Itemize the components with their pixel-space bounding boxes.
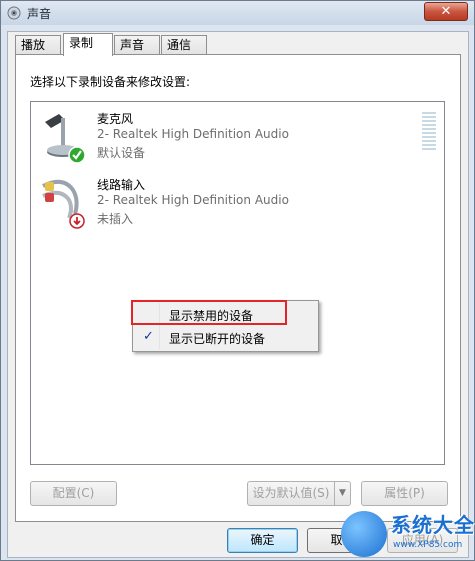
set-default-button[interactable]: 设为默认值(S) ▼ <box>247 481 351 506</box>
tab-recording[interactable]: 录制 <box>63 33 113 56</box>
close-button[interactable]: ✕ <box>424 2 468 21</box>
device-status: 默认设备 <box>97 146 146 160</box>
device-driver: 2- Realtek High Definition Audio <box>97 127 289 141</box>
configure-button[interactable]: 配置(C) <box>30 481 117 506</box>
watermark-text: 系统大全 <box>391 513 475 537</box>
title-bar[interactable]: 声音 ✕ <box>1 1 474 25</box>
list-item-line-in[interactable]: 线路输入 2- Realtek High Definition Audio 未插… <box>31 170 431 232</box>
level-meter <box>422 112 436 152</box>
watermark-url: www.XP85.com <box>393 540 463 550</box>
chevron-down-icon[interactable]: ▼ <box>334 482 350 505</box>
tab-sounds[interactable]: 声音 <box>114 35 160 55</box>
highlight-box <box>131 300 287 325</box>
device-status: 未插入 <box>97 212 134 226</box>
line-in-cable-icon <box>42 179 85 229</box>
green-check-badge <box>68 146 86 164</box>
recording-panel: 选择以下录制设备来修改设置: 麦克风 2- Realtek High Defin… <box>15 54 461 522</box>
properties-button[interactable]: 属性(P) <box>361 481 448 506</box>
device-name: 麦克风 <box>97 112 134 126</box>
checkmark-icon: ✓ <box>143 329 154 344</box>
list-item-microphone[interactable]: 麦克风 2- Realtek High Definition Audio 默认设… <box>31 104 436 166</box>
microphone-icon <box>45 114 86 164</box>
watermark-logo-icon <box>341 511 387 557</box>
red-down-arrow-badge <box>69 213 85 229</box>
ok-button[interactable]: 确定 <box>227 528 298 553</box>
menu-item-label: 显示已断开的设备 <box>169 332 266 346</box>
device-driver: 2- Realtek High Definition Audio <box>97 193 289 207</box>
site-watermark: 系统大全 www.XP85.com <box>341 507 475 561</box>
tab-communications[interactable]: 通信 <box>161 35 207 55</box>
instruction-text: 选择以下录制设备来修改设置: <box>30 75 191 89</box>
menu-item-show-disconnected[interactable]: ✓ 显示已断开的设备 <box>135 326 316 348</box>
speaker-icon <box>7 6 21 20</box>
set-default-label: 设为默认值(S) <box>252 486 330 500</box>
device-list[interactable]: 麦克风 2- Realtek High Definition Audio 默认设… <box>30 101 445 465</box>
device-name: 线路输入 <box>97 178 146 192</box>
tab-playback[interactable]: 播放 <box>15 35 61 55</box>
window-title: 声音 <box>27 7 52 21</box>
sound-dialog: 声音 ✕ 播放 录制 声音 通信 选择以下录制设备来修改设置: 麦克风 2- R… <box>0 0 475 561</box>
